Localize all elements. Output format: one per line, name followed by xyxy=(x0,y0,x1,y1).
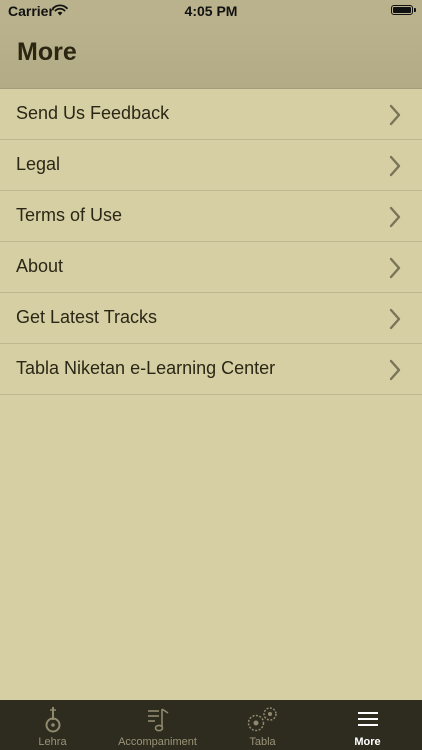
battery-icon xyxy=(391,5,416,15)
tab-more[interactable]: More xyxy=(315,700,420,750)
chevron-right-icon xyxy=(389,359,401,381)
tab-label: Lehra xyxy=(38,736,67,748)
menu-item-label: Terms of Use xyxy=(16,205,123,225)
menu-item-label: Get Latest Tracks xyxy=(16,307,158,327)
menu-item-get-latest-tracks[interactable]: Get Latest Tracks xyxy=(0,293,422,344)
chevron-right-icon xyxy=(389,206,401,228)
menu-item-legal[interactable]: Legal xyxy=(0,140,422,191)
tab-tabla[interactable]: Tabla xyxy=(210,700,315,750)
menu-item-label: Send Us Feedback xyxy=(16,103,170,123)
tab-accompaniment[interactable]: Accompaniment xyxy=(105,700,210,750)
menu-item-label: Legal xyxy=(16,154,61,174)
tab-label: Tabla xyxy=(249,736,276,748)
hamburger-menu-icon xyxy=(357,712,378,726)
tab-lehra[interactable]: Lehra xyxy=(0,700,105,750)
tab-label: Accompaniment xyxy=(118,736,197,748)
navigation-header: More xyxy=(0,22,422,89)
tab-label: More xyxy=(354,736,381,748)
music-list-icon xyxy=(147,708,168,732)
sitar-icon xyxy=(45,707,60,733)
menu-item-label: About xyxy=(16,256,64,276)
status-bar: Carrier 4:05 PM xyxy=(0,0,422,22)
menu-item-send-feedback[interactable]: Send Us Feedback xyxy=(0,89,422,140)
chevron-right-icon xyxy=(389,257,401,279)
menu-item-label: Tabla Niketan e-Learning Center xyxy=(16,358,276,378)
chevron-right-icon xyxy=(389,155,401,177)
chevron-right-icon xyxy=(389,104,401,126)
menu-item-terms-of-use[interactable]: Terms of Use xyxy=(0,191,422,242)
chevron-right-icon xyxy=(389,308,401,330)
clock: 4:05 PM xyxy=(184,3,238,19)
tabla-icon xyxy=(247,707,277,732)
battery-fill xyxy=(393,7,411,13)
page-title: More xyxy=(17,38,77,66)
menu-item-about[interactable]: About xyxy=(0,242,422,293)
tab-bar: Lehra Accompaniment Tabla More xyxy=(0,700,422,750)
menu-item-e-learning-center[interactable]: Tabla Niketan e-Learning Center xyxy=(0,344,422,395)
more-menu-list: Send Us Feedback Legal Terms of Use Abou… xyxy=(0,89,422,395)
